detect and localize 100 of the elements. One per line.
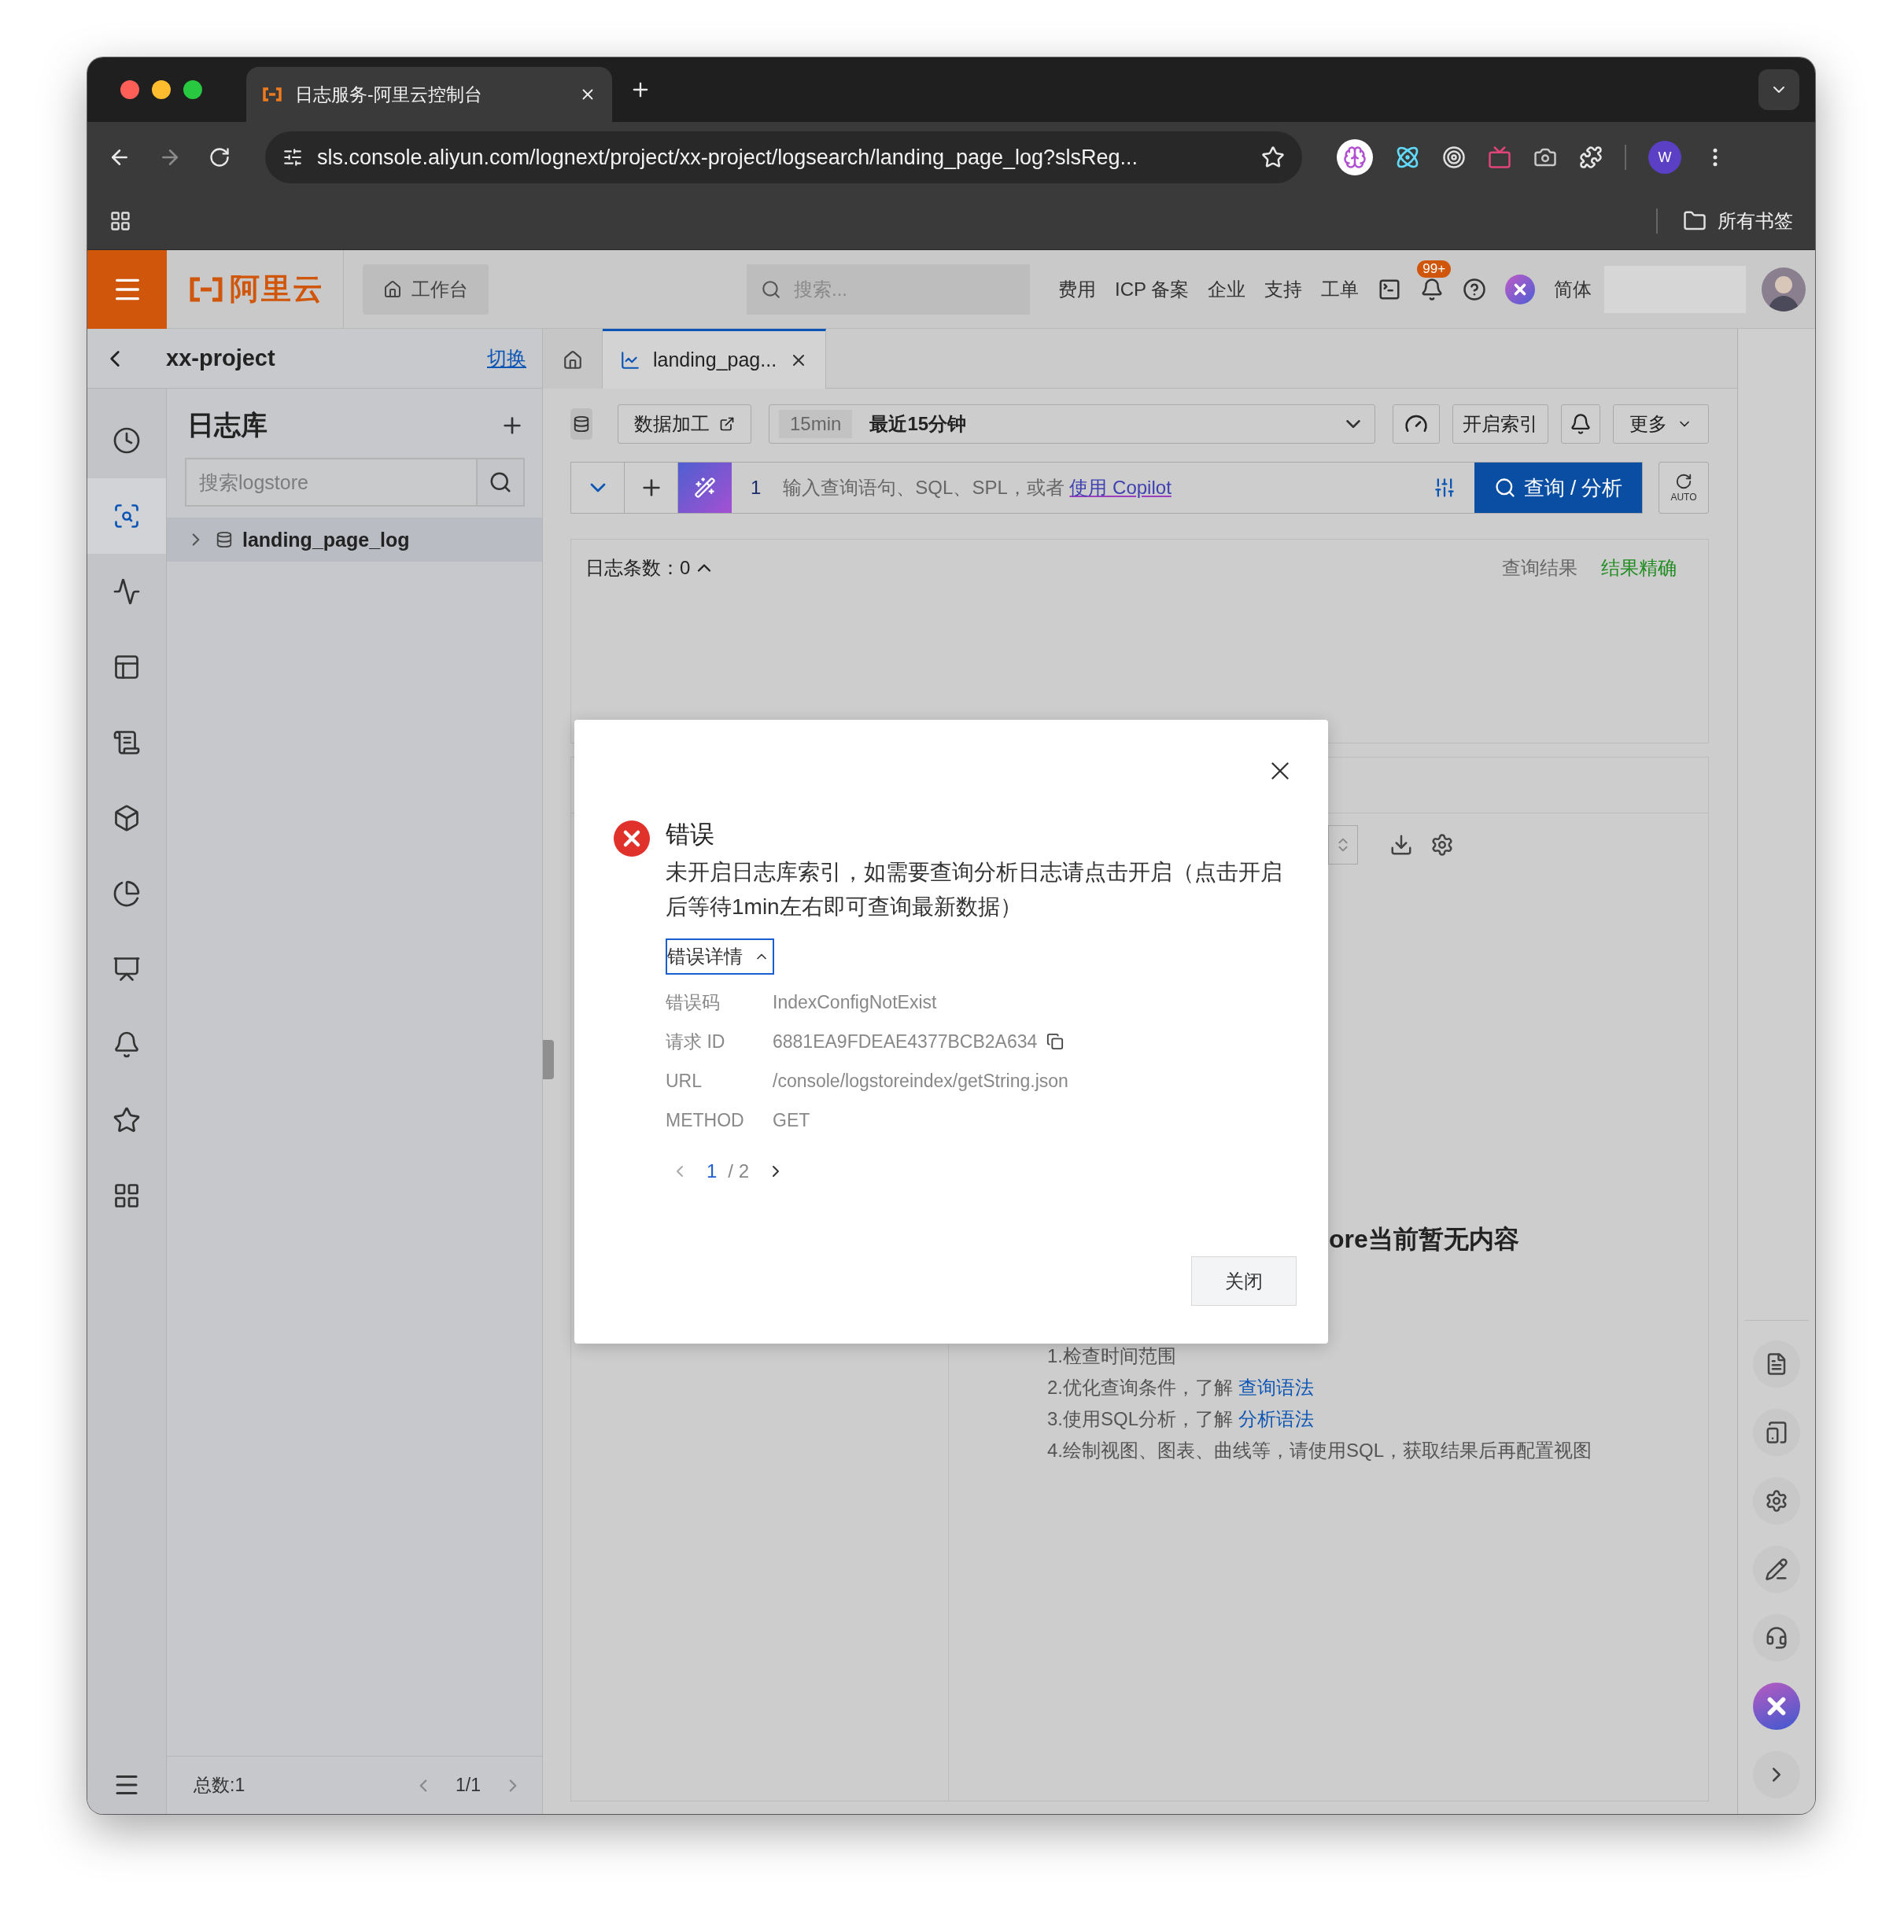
bookmark-star-icon[interactable] [1261,146,1285,169]
help-icon[interactable] [1463,277,1487,301]
page-tab[interactable]: landing_pag... [603,329,827,389]
star-icon [113,1106,141,1134]
hint-text: 1.检查时间范围 [1047,1345,1177,1367]
detail-value: GET [773,1109,810,1131]
error-icon [614,820,650,857]
tv-extension-icon[interactable] [1488,146,1511,169]
assistant-button[interactable] [1505,274,1536,304]
grid-icon [113,1182,141,1210]
close-light-icon[interactable] [120,80,139,99]
bell-icon [113,1031,141,1059]
result-label: 查询结果 [1502,556,1577,580]
report-icon [113,955,141,983]
apps-icon[interactable] [109,210,131,232]
search-list-icon [113,502,141,530]
minimize-light-icon[interactable] [152,80,171,99]
close-button[interactable]: 关闭 [1191,1256,1297,1306]
enable-index-button[interactable]: 开启索引 [1452,404,1548,444]
url-text: sls.console.aliyun.com/lognext/project/xx-project/logsearch/landing_page_log?slsReg... [317,145,1139,170]
database-icon [573,415,590,433]
clock-icon [113,426,141,455]
auto-refresh-button[interactable]: AUTO [1659,462,1709,514]
logstore-item[interactable]: landing_page_log [167,518,542,562]
switch-link[interactable]: 切换 [487,345,526,371]
nav-link[interactable]: 费用 [1058,276,1096,302]
menu-button[interactable] [87,249,167,329]
project-name: xx-project [166,345,276,371]
address-bar[interactable]: sls.console.aliyun.com/lognext/project/xx-project/logsearch/landing_page_log?slsReg... [265,131,1302,183]
database-button[interactable] [570,408,592,440]
detail-label: URL [666,1070,703,1092]
browser-tab[interactable]: 日志服务-阿里云控制台 [246,67,612,122]
detail-value: IndexConfigNotExist [773,991,937,1013]
nav-link[interactable]: 企业 [1208,276,1246,302]
download-icon[interactable] [1389,833,1413,857]
zoom-light-icon[interactable] [183,80,202,99]
settings-icon[interactable] [1430,833,1454,857]
detail-label: 请求 ID [666,1030,726,1053]
result-status: 结果精确 [1601,556,1677,580]
target-extension-icon[interactable] [1442,146,1466,169]
profile-avatar[interactable]: W [1648,141,1681,174]
time-badge: 15min [779,410,853,438]
extensions-icon[interactable] [1579,146,1603,169]
phone-icon [1765,1421,1788,1444]
sliders-icon[interactable] [1434,477,1456,499]
search-icon [489,470,512,494]
log-count: 日志条数：0 [585,556,691,580]
hint-text: 2.优化查询条件，了解 查询语法 [1047,1377,1315,1399]
nav-link[interactable]: ICP 备案 [1115,276,1190,302]
resize-handle[interactable] [543,1040,554,1079]
search-icon [761,278,781,300]
pulse-icon [113,577,141,606]
empty-title: ore当前暂无内容 [1329,1224,1520,1255]
nav-link[interactable]: 工单 [1321,276,1360,302]
home-icon [383,279,402,299]
magic-wand-icon [694,477,716,499]
tab-title: 日志服务-阿里云控制台 [295,83,483,106]
pencil-icon [1765,1558,1788,1581]
atom-extension-icon[interactable] [1395,145,1420,170]
notification-badge: 99+ [1417,260,1452,278]
logstore-name: landing_page_log [242,528,410,551]
dashboard-icon [113,653,141,681]
panel-title: 日志库 [187,409,268,441]
detail-label: 错误码 [666,990,721,1014]
reload-icon[interactable] [208,146,231,168]
query-button[interactable]: 查询 / 分析 [1474,463,1642,513]
copilot-link[interactable]: 使用 Copilot [1069,475,1172,500]
detail-value: 6881EA9FDEAE4377BCB2A634 [773,1031,1038,1053]
logstore-search-field[interactable]: 搜索logstore [185,458,476,507]
assistant-button[interactable] [1753,1683,1800,1730]
search-button[interactable] [476,458,525,507]
detail-value: /console/logstoreindex/getString.json [773,1070,1068,1092]
home-tab[interactable] [543,329,603,389]
database-icon [216,531,233,548]
magic-wand-button[interactable] [678,463,732,513]
current-page: 1 [707,1160,718,1182]
search-icon [1493,477,1516,499]
language-link[interactable]: 简体 [1554,276,1592,302]
error-details-toggle[interactable]: 错误详情 [666,938,774,975]
time-range-select[interactable]: 15min 最近15分钟 [769,404,1375,444]
more-button[interactable]: 更多 [1613,404,1709,444]
page-indicator: 1/1 [456,1775,481,1796]
hint-link[interactable]: 查询语法 [1238,1377,1314,1398]
query-placeholder[interactable]: 输入查询语句、SQL、SPL，或者 [783,475,1070,500]
logo-icon [189,276,223,302]
gauge-button[interactable] [1393,404,1440,444]
brand-name: 阿里云 [230,271,324,307]
search-list-nav-item[interactable] [87,478,166,554]
copy-icon[interactable] [1046,1033,1065,1050]
brain-extension-button[interactable] [1337,139,1373,175]
total-count: 总数:1 [194,1774,246,1797]
refresh-icon [1675,473,1692,490]
hint-link[interactable]: 分析语法 [1238,1408,1314,1429]
cube-icon [113,804,141,832]
site-settings-icon[interactable] [282,147,303,168]
nav-link[interactable]: 支持 [1264,276,1303,302]
bookmarks-label[interactable]: 所有书签 [1718,208,1793,234]
data-process-button[interactable]: 数据加工 [618,404,751,444]
workbench-button[interactable]: 工作台 [363,264,489,315]
alert-button[interactable] [1561,404,1600,444]
